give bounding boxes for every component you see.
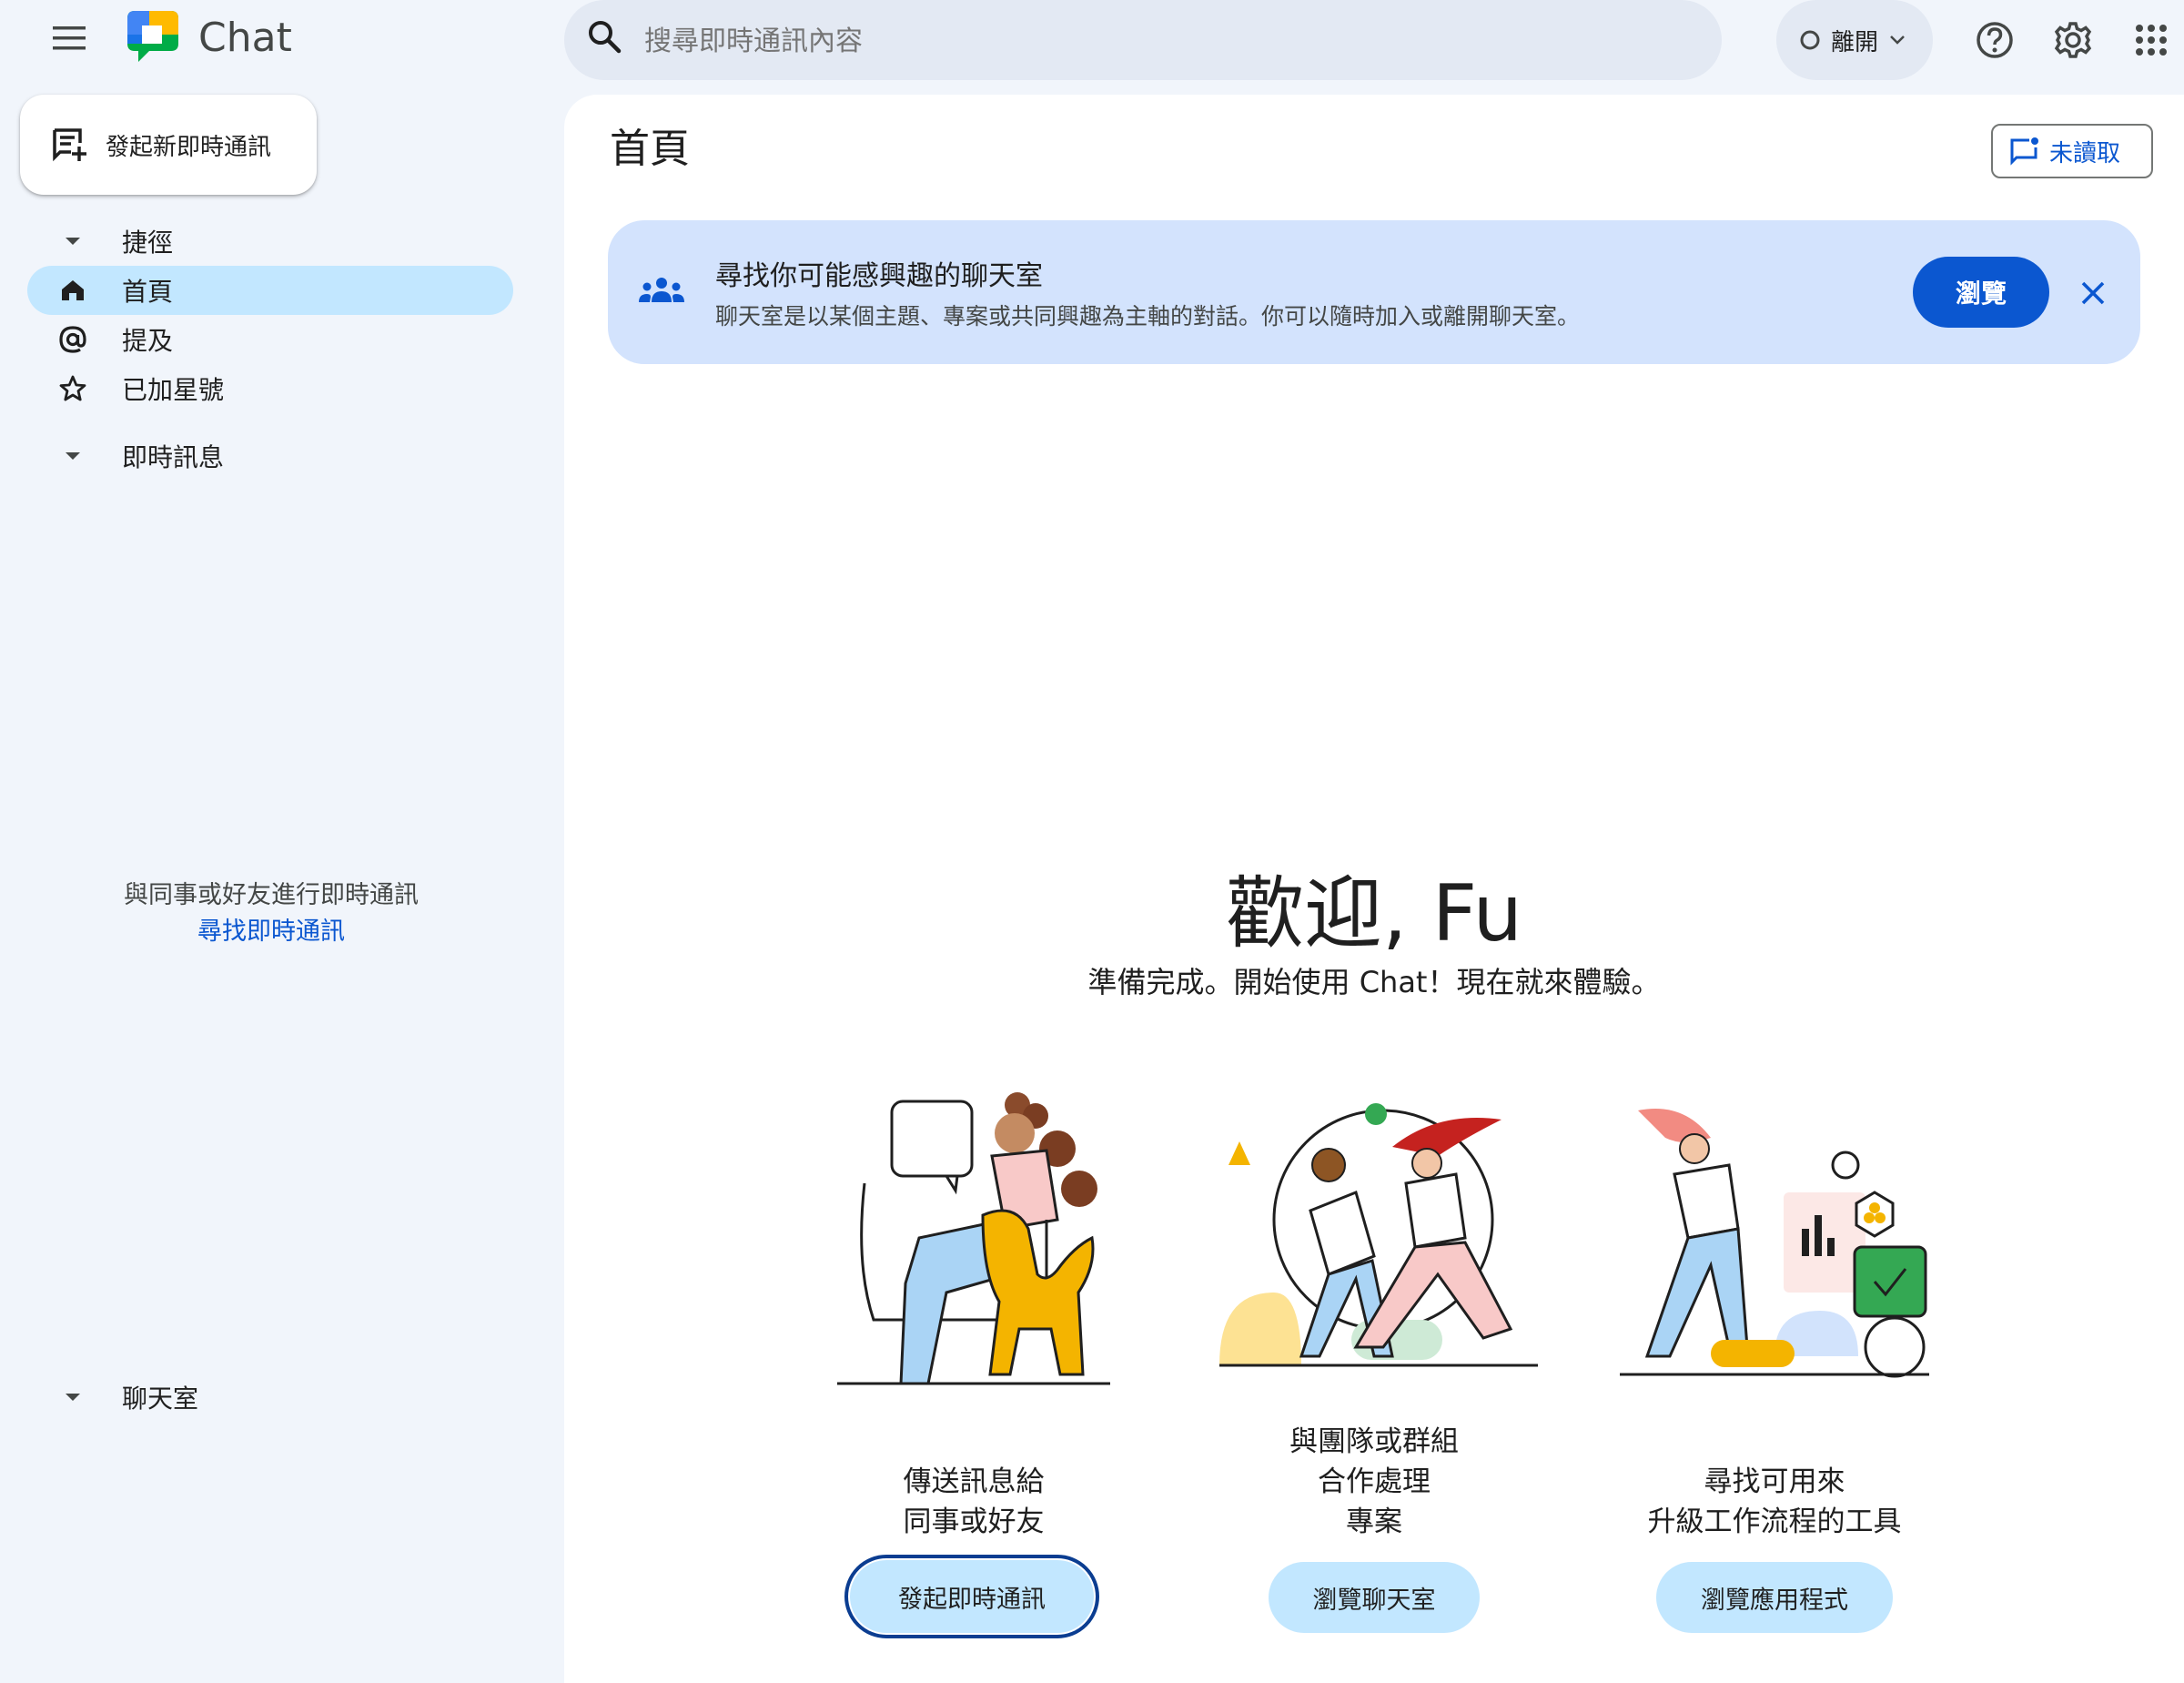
unread-icon [2010,137,2038,166]
card-tools-text: 尋找可用來 升級工作流程的工具 [1602,1462,1947,1542]
sidebar-item-label: 已加星號 [122,375,225,405]
unread-filter-button[interactable]: 未讀取 [1991,124,2153,178]
chat-logo-icon[interactable] [122,7,184,66]
browse-spaces-button[interactable]: 瀏覽 [1913,257,2049,328]
search-input[interactable] [642,16,1665,66]
find-dm-link[interactable]: 尋找即時通訊 [55,914,488,950]
page-title: 首頁 [610,126,690,172]
sidebar-item-mentions[interactable]: 提及 [27,315,513,364]
caret-down-icon [66,452,80,460]
browse-apps-button[interactable]: 瀏覽應用程式 [1656,1562,1893,1633]
sidebar-item-home[interactable]: 首頁 [27,266,513,315]
card-send-message-text: 傳送訊息給 同事或好友 [810,1462,1138,1542]
new-chat-button[interactable]: 發起新即時通訊 [20,95,317,195]
banner-title: 尋找你可能感興趣的聊天室 [715,260,1043,292]
apps-button[interactable] [2124,13,2179,67]
people-group-icon [637,275,688,311]
welcome-title: 歡迎, Fu [1226,868,1522,959]
card-line: 專案 [1346,1506,1402,1538]
browse-spaces-card-button[interactable]: 瀏覽聊天室 [1269,1562,1480,1633]
banner-description: 聊天室是以某個主題、專案或共同興趣為主軸的對話。你可以隨時加入或離開聊天室。 [715,303,1581,330]
send-message-illustration [819,1083,1128,1402]
spaces-section-label: 聊天室 [122,1384,199,1414]
start-chat-button[interactable]: 發起即時通訊 [844,1555,1099,1638]
main-menu-button[interactable] [42,11,96,66]
search-icon[interactable] [586,18,630,62]
chevron-down-icon [1890,35,1905,45]
search-bar[interactable] [564,0,1722,80]
mention-icon [59,326,86,353]
dm-empty-state: 與同事或好友進行即時通訊 尋找即時通訊 [55,877,488,950]
card-line: 與團隊或群組 [1289,1425,1459,1458]
spaces-section-toggle[interactable]: 聊天室 [27,1373,513,1422]
shortcuts-label: 捷徑 [122,228,174,258]
card-line: 傳送訊息給 [903,1465,1045,1498]
status-label: 離開 [1831,28,1879,56]
tools-illustration [1611,1101,1938,1393]
caret-down-icon [66,238,80,245]
app-name: Chat [198,15,292,61]
status-circle-icon [1800,30,1820,50]
close-banner-button[interactable] [2068,268,2118,319]
welcome-subtitle: 準備完成。開始使用 Chat！現在就來體驗。 [1087,965,1661,999]
status-dropdown[interactable]: 離開 [1776,0,1933,80]
new-chat-icon [53,128,86,162]
dm-section-toggle[interactable]: 即時訊息 [27,431,513,481]
card-line: 合作處理 [1318,1465,1431,1498]
sidebar-item-starred[interactable]: 已加星號 [27,364,513,413]
caret-down-icon [66,1394,80,1401]
card-line: 升級工作流程的工具 [1647,1506,1902,1538]
dm-section-label: 即時訊息 [122,442,225,472]
close-icon [2081,281,2105,305]
help-button[interactable] [1967,13,2022,67]
sidebar-item-label: 提及 [122,326,174,356]
unread-label: 未讀取 [2049,139,2121,167]
apps-grid-icon [2136,25,2167,56]
sidebar-item-label: 首頁 [122,277,174,307]
card-collaborate-text: 與團隊或群組 合作處理 專案 [1210,1422,1538,1542]
shortcuts-section-toggle[interactable]: 捷徑 [27,217,513,266]
dm-empty-text: 與同事或好友進行即時通訊 [124,881,419,909]
settings-icon [2054,22,2092,58]
explore-spaces-banner: 尋找你可能感興趣的聊天室 聊天室是以某個主題、專案或共同興趣為主軸的對話。你可以… [608,220,2140,364]
settings-button[interactable] [2046,13,2100,67]
help-icon [1977,22,2013,58]
card-line: 同事或好友 [903,1506,1045,1538]
menu-icon [53,26,86,50]
star-icon [59,375,86,401]
collaborate-illustration [1210,1083,1547,1374]
new-chat-label: 發起新即時通訊 [106,133,272,161]
card-line: 尋找可用來 [1704,1465,1845,1498]
home-icon [62,280,84,300]
